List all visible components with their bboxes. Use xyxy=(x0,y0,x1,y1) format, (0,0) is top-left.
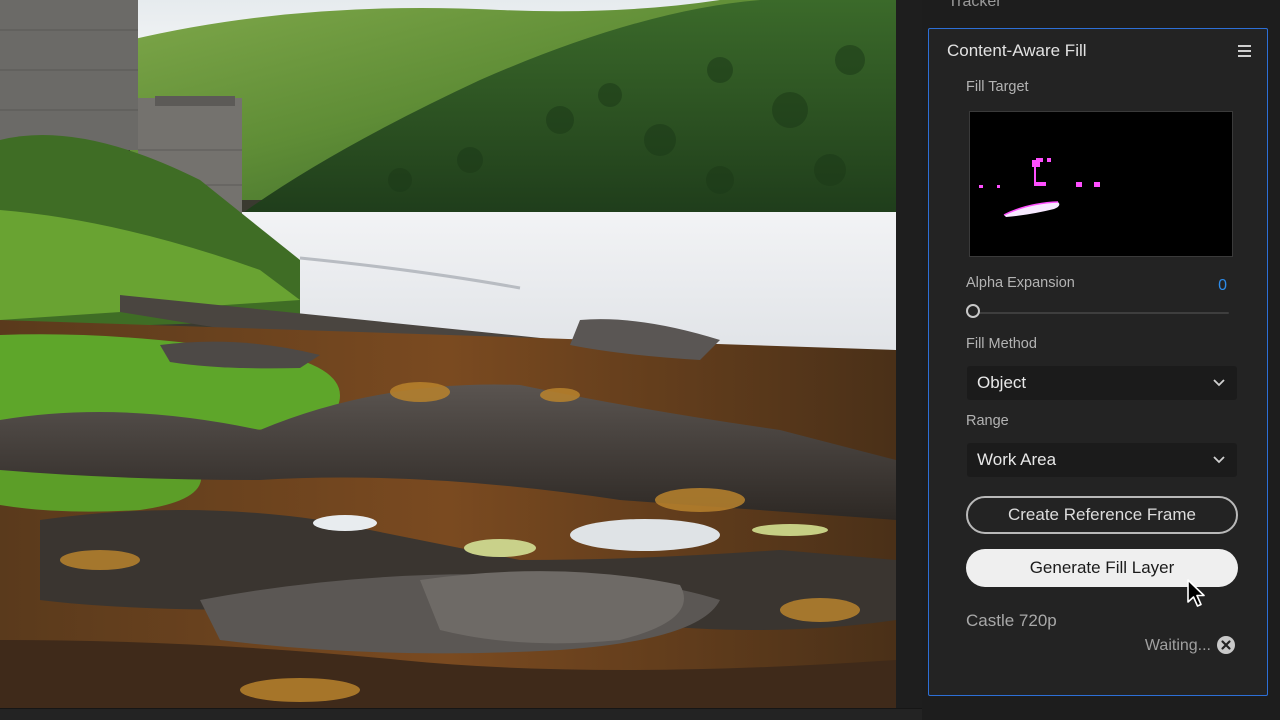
chevron-down-icon xyxy=(1213,456,1225,464)
composition-viewer[interactable] xyxy=(0,0,896,708)
tab-tracker[interactable]: Tracker xyxy=(948,0,1002,11)
layer-name: Castle 720p xyxy=(966,611,1057,630)
range-value: Work Area xyxy=(977,450,1057,469)
fill-target-mask xyxy=(979,158,1100,217)
create-reference-frame-button[interactable]: Create Reference Frame xyxy=(966,496,1238,534)
chevron-down-icon xyxy=(1213,379,1225,387)
range-label: Range xyxy=(966,413,1009,429)
fill-target-preview xyxy=(969,111,1233,257)
panel-divider[interactable] xyxy=(896,0,922,720)
fill-method-dropdown[interactable]: Object xyxy=(967,366,1237,400)
content-aware-fill-panel: Content-Aware Fill Fill Target Alpha Exp… xyxy=(928,28,1268,696)
fill-target-label: Fill Target xyxy=(966,79,1029,95)
fill-method-label: Fill Method xyxy=(966,336,1037,352)
alpha-expansion-slider-thumb[interactable] xyxy=(966,304,980,318)
alpha-expansion-value[interactable]: 0 xyxy=(1218,277,1227,295)
hamburger-menu-icon[interactable] xyxy=(1238,45,1251,57)
status-text: Waiting... xyxy=(1144,637,1211,654)
close-circle-icon[interactable] xyxy=(1217,636,1235,654)
app-window: Tracker Content-Aware Fill Fill Target A… xyxy=(0,0,1280,720)
generate-fill-layer-button[interactable]: Generate Fill Layer xyxy=(966,549,1238,587)
composition-frame-image xyxy=(0,0,896,708)
alpha-expansion-label: Alpha Expansion xyxy=(966,275,1075,291)
viewer-footer-bar xyxy=(0,708,922,720)
panel-title: Content-Aware Fill xyxy=(947,41,1087,60)
range-dropdown[interactable]: Work Area xyxy=(967,443,1237,477)
fill-method-value: Object xyxy=(977,373,1027,392)
close-x-glyph xyxy=(1221,640,1231,650)
alpha-expansion-slider-track[interactable] xyxy=(975,312,1229,314)
